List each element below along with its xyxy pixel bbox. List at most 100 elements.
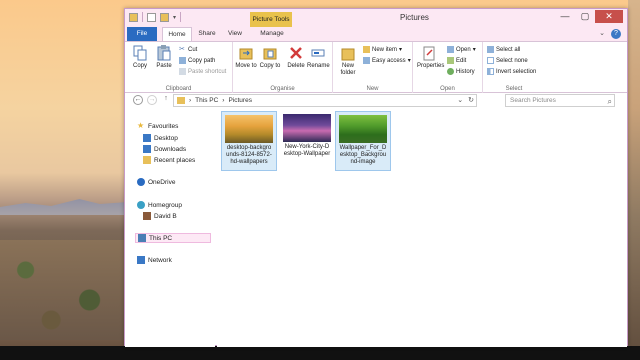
new-folder-button[interactable]: New folder: [337, 45, 359, 77]
copy-label: Copy: [132, 63, 147, 69]
organise-group: Move to Copy to Delete Rename Organise: [233, 42, 333, 93]
scissors-icon: ✂: [179, 46, 185, 53]
search-icon[interactable]: ⌕: [608, 96, 612, 107]
file-item[interactable]: New-York-City-D esktop-Wallpaper: [279, 111, 335, 171]
tab-home[interactable]: Home: [162, 27, 192, 41]
properties-button[interactable]: Properties: [417, 45, 444, 70]
nav-network[interactable]: Network: [137, 255, 172, 265]
new-folder-icon: [341, 48, 355, 61]
copy-to-button[interactable]: Copy to: [259, 45, 281, 70]
desktop-mountain: [0, 199, 128, 215]
address-bar[interactable]: › This PC › Pictures ⌄ ↻: [173, 94, 477, 107]
select-none-button[interactable]: Select none: [487, 56, 528, 65]
chevron-down-icon: ▾: [407, 58, 411, 64]
tab-view[interactable]: View: [225, 27, 245, 41]
select-all-icon: [487, 46, 494, 53]
minimize-button[interactable]: —: [555, 10, 575, 23]
properties-icon: [423, 46, 435, 61]
invert-selection-button[interactable]: Invert selection: [487, 67, 536, 76]
new-group-label: New: [366, 86, 379, 92]
window-title: Pictures: [400, 13, 429, 22]
star-icon: ★: [137, 121, 145, 130]
file-item[interactable]: Wallpaper_For_D esktop_Backgrou nd-image: [335, 111, 391, 171]
chevron-down-icon: ▾: [399, 47, 403, 53]
easy-access-label: Easy access: [372, 57, 406, 64]
history-button[interactable]: History: [447, 67, 475, 76]
chevron-down-icon[interactable]: ▾: [173, 14, 176, 21]
select-group: Select all Select none Invert selection …: [483, 42, 545, 93]
back-button[interactable]: ←: [133, 95, 143, 105]
rename-button[interactable]: Rename: [307, 45, 330, 70]
nav-onedrive[interactable]: OneDrive: [137, 177, 175, 187]
file-name-line: esktop-Wallpaper: [283, 151, 331, 157]
desktop-icon: [143, 134, 151, 142]
tab-manage[interactable]: Manage: [255, 27, 289, 41]
ribbon: Copy Paste ✂ Cut Copy path Paste shortcu…: [125, 41, 627, 93]
breadcrumb-this-pc[interactable]: This PC: [195, 97, 218, 104]
new-item-button[interactable]: New item ▾: [363, 45, 402, 54]
recent-places-icon: [143, 156, 151, 164]
file-list: desktop-backgro unds-8124-8572- hd-wallp…: [217, 109, 627, 347]
breadcrumb-separator: ›: [189, 97, 192, 104]
address-controls: ⌄ ↻: [457, 96, 474, 104]
copy-path-button[interactable]: Copy path: [179, 56, 215, 65]
cut-button[interactable]: ✂ Cut: [179, 45, 197, 54]
downloads-icon: [143, 145, 151, 153]
move-to-label: Move to: [235, 63, 257, 69]
open-button[interactable]: Open ▾: [447, 45, 476, 54]
close-button[interactable]: ✕: [595, 10, 623, 23]
refresh-icon[interactable]: ↻: [468, 96, 474, 104]
search-input[interactable]: Search Pictures ⌕: [505, 94, 615, 107]
picture-tools-tab-group[interactable]: Picture Tools: [250, 12, 292, 27]
help-icon[interactable]: ?: [611, 29, 621, 39]
maximize-button[interactable]: ▢: [575, 10, 595, 23]
up-button[interactable]: ↑: [161, 95, 171, 105]
easy-access-button[interactable]: Easy access ▾: [363, 56, 411, 65]
user-avatar-icon: [143, 212, 151, 220]
chevron-down-icon[interactable]: ⌄: [457, 96, 463, 104]
paste-shortcut-button[interactable]: Paste shortcut: [179, 67, 226, 76]
chevron-down-icon[interactable]: ⌄: [599, 29, 605, 39]
new-folder-label: New folder: [340, 63, 356, 76]
open-group: Properties Open ▾ Edit History Open: [413, 42, 483, 93]
ribbon-tabs: File Home Share View Manage ⌄ ?: [125, 27, 627, 41]
nav-network-label: Network: [148, 256, 172, 264]
file-item[interactable]: desktop-backgro unds-8124-8572- hd-wallp…: [221, 111, 277, 171]
search-placeholder: Search Pictures: [510, 97, 556, 104]
explorer-window: ▾ Picture Tools Pictures — ▢ ✕ File Home…: [124, 8, 628, 347]
nav-homegroup[interactable]: Homegroup: [137, 200, 182, 210]
paste-button[interactable]: Paste: [153, 45, 175, 70]
move-to-button[interactable]: Move to: [235, 45, 257, 70]
quick-access-toolbar: ▾: [129, 12, 182, 22]
ribbon-controls: ⌄ ?: [599, 29, 621, 39]
network-icon: [137, 256, 145, 264]
history-label: History: [456, 68, 475, 75]
delete-button[interactable]: Delete: [285, 45, 307, 70]
forward-button[interactable]: →: [147, 95, 157, 105]
nav-recent-places[interactable]: Recent places: [143, 155, 195, 165]
tab-share[interactable]: Share: [195, 27, 219, 41]
nav-desktop[interactable]: Desktop: [143, 133, 178, 143]
new-folder-icon[interactable]: [160, 12, 169, 22]
edit-button[interactable]: Edit: [447, 56, 466, 65]
file-name-line: unds-8124-8572-: [226, 152, 272, 158]
nav-this-pc[interactable]: This PC: [135, 233, 211, 243]
nav-david-b[interactable]: David B: [143, 211, 177, 221]
new-item-label: New item: [372, 46, 398, 53]
copy-to-label: Copy to: [259, 63, 281, 69]
window-controls: — ▢ ✕: [555, 10, 623, 23]
history-icon: [447, 68, 454, 75]
tab-file[interactable]: File: [127, 27, 157, 41]
edit-label: Edit: [456, 57, 467, 64]
select-group-label: Select: [505, 86, 523, 92]
title-bar: ▾ Picture Tools Pictures — ▢ ✕: [125, 9, 627, 27]
select-all-button[interactable]: Select all: [487, 45, 520, 54]
paste-shortcut-icon: [179, 68, 186, 75]
breadcrumb-pictures[interactable]: Pictures: [228, 97, 251, 104]
nav-favourites[interactable]: ★ Favourites: [137, 121, 178, 131]
folder-icon[interactable]: [129, 12, 138, 22]
select-all-label: Select all: [496, 46, 521, 53]
copy-button[interactable]: Copy: [129, 45, 151, 70]
nav-downloads[interactable]: Downloads: [143, 144, 186, 154]
properties-icon[interactable]: [147, 12, 156, 22]
